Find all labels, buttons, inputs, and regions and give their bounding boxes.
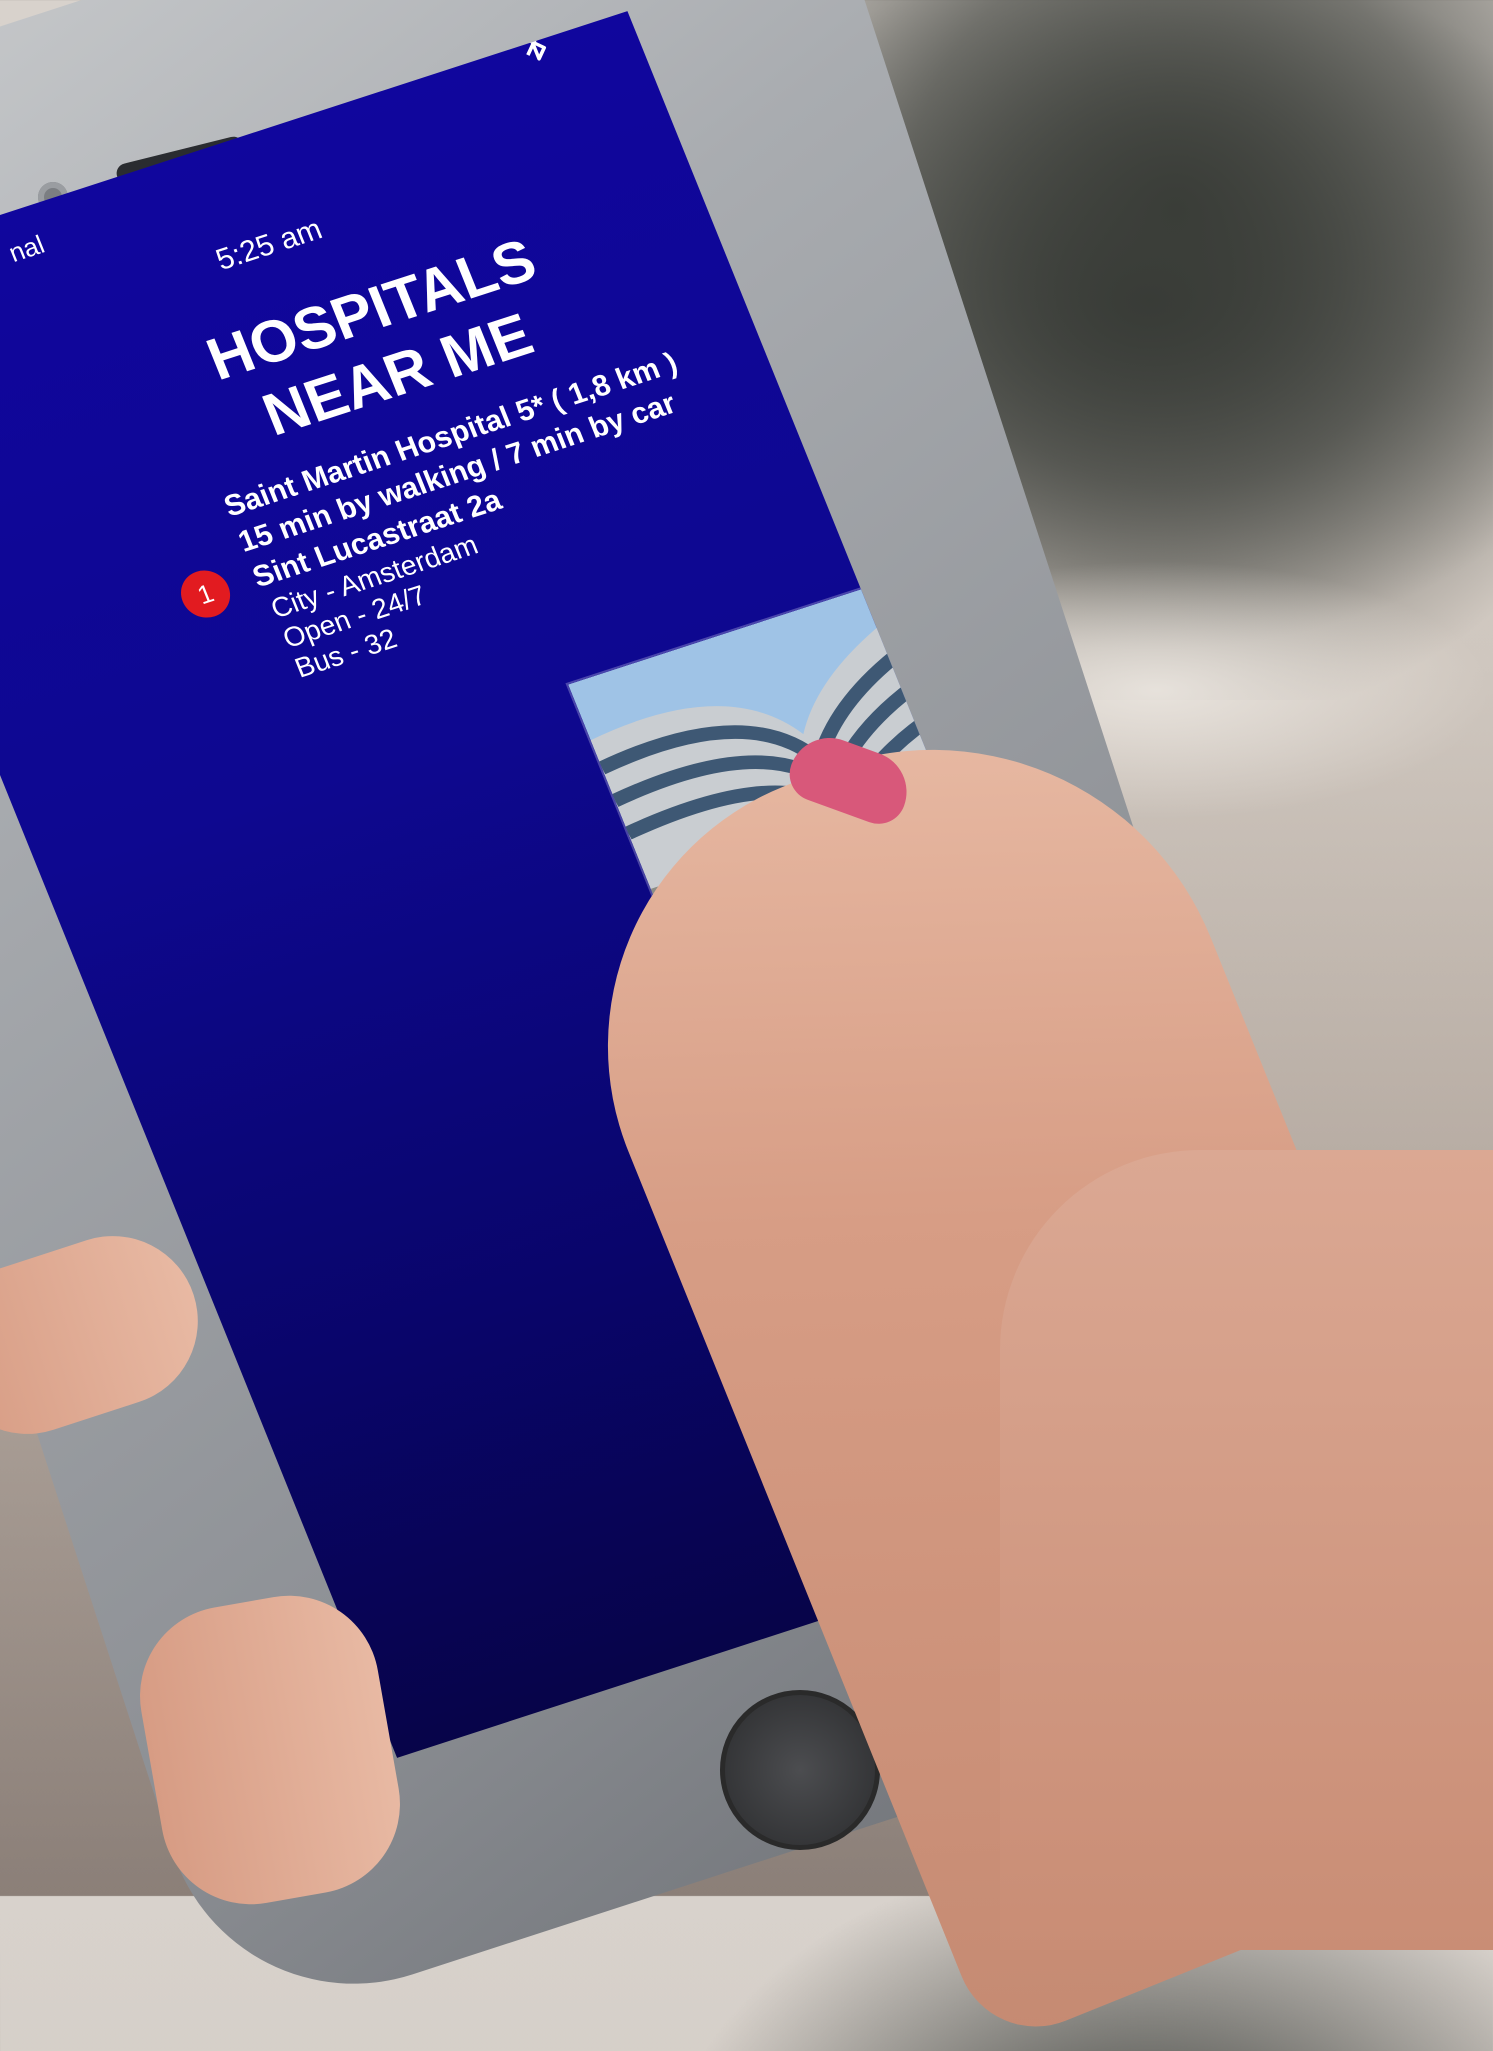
status-time: 5:25 am — [211, 212, 327, 277]
palm — [1000, 1150, 1493, 1950]
status-signal-text: nal — [4, 229, 49, 268]
